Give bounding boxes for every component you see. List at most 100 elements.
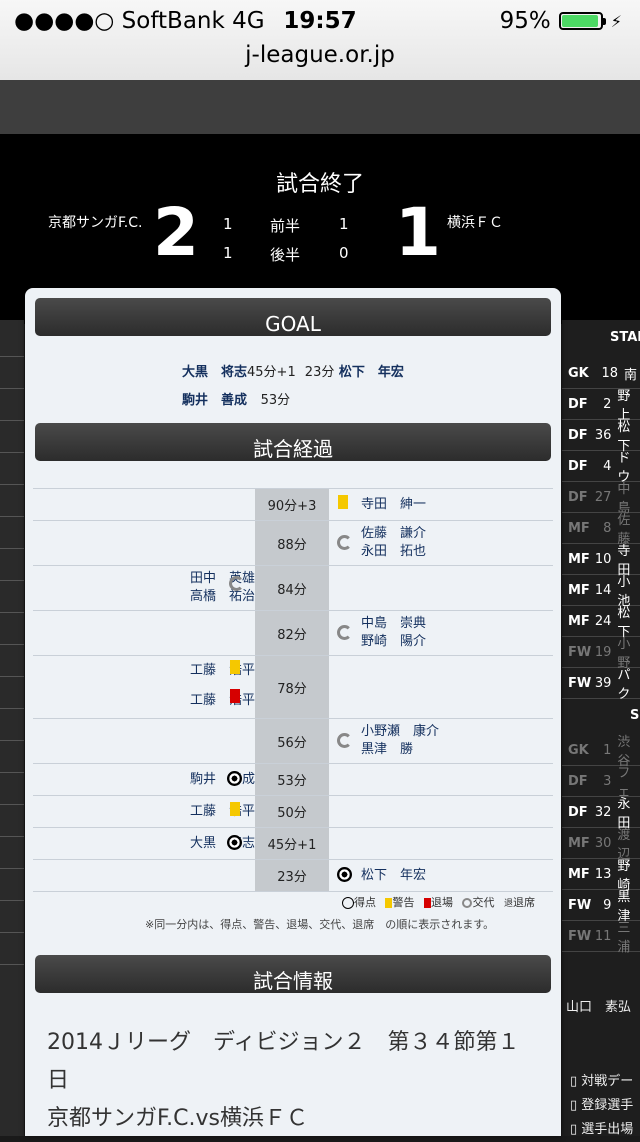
player-position: GK bbox=[568, 742, 589, 758]
goal-home-time: 45分+1 bbox=[247, 365, 296, 380]
ball-icon bbox=[227, 835, 242, 850]
substitution-icon bbox=[337, 625, 352, 640]
player-position: GK bbox=[568, 365, 589, 381]
timeline-row: 88分 佐藤 謙介 永田 拓也 bbox=[33, 520, 553, 565]
competition-name: 2014Ｊリーグ ディビジョン２ 第３４節第１日 bbox=[47, 1030, 520, 1093]
substitution-icon bbox=[337, 733, 352, 748]
timeline-row: 45分+1 大黒 将志 bbox=[33, 827, 553, 859]
info-section-header: 試合情報 bbox=[35, 955, 551, 993]
timeline-row: 50分 工藤 浩平 bbox=[33, 795, 553, 827]
player-position: DF bbox=[568, 396, 588, 412]
player-number: 9 bbox=[603, 897, 612, 913]
timeline-note: ※同一分内は、得点、警告、退場、交代、退席 の順に表示されます。 bbox=[145, 918, 495, 931]
match-detail-modal: GOAL 大黒 将志45分+1 23分 松下 年宏 駒井 善成 53分 試合経過… bbox=[25, 288, 561, 1136]
ball-icon bbox=[337, 867, 352, 882]
lineup-header: STAI bbox=[610, 330, 640, 345]
timeline-row: 23分 松下 年宏 bbox=[33, 859, 553, 892]
timeline-left-player[interactable]: 工藤 浩平 bbox=[190, 803, 255, 821]
timeline-right-player[interactable]: 松下 年宏 bbox=[361, 867, 426, 885]
player-position: MF bbox=[568, 613, 590, 629]
player-position: DF bbox=[568, 489, 588, 505]
player-number: 27 bbox=[594, 489, 612, 505]
timeline-time: 88分 bbox=[255, 521, 329, 565]
timeline-left-player[interactable]: 田中 英雄 高橋 祐治 bbox=[190, 570, 255, 606]
timeline-left-player[interactable]: 工藤 浩平 bbox=[190, 692, 255, 710]
first-half-label: 前半 bbox=[270, 217, 301, 235]
goal-home-player[interactable]: 大黒 将志 bbox=[182, 365, 247, 380]
red-card-icon bbox=[423, 898, 431, 908]
player-number: 36 bbox=[594, 427, 612, 443]
timeline-row: 78分 工藤 浩平 工藤 浩平 bbox=[33, 655, 553, 718]
away-team-name[interactable]: 横浜ＦＣ bbox=[447, 212, 503, 232]
timeline-right-player[interactable]: 中島 崇典 野崎 陽介 bbox=[361, 615, 426, 651]
player-name[interactable]: 南 bbox=[624, 364, 637, 383]
substitution-icon bbox=[337, 535, 352, 550]
address-bar[interactable]: j-league.or.jp bbox=[0, 42, 640, 68]
home-team-name[interactable]: 京都サンガF.C. bbox=[48, 212, 142, 232]
player-position: MF bbox=[568, 835, 590, 851]
player-position: MF bbox=[568, 551, 590, 567]
timeline-left-player[interactable]: 大黒 将志 bbox=[190, 835, 255, 853]
player-position: MF bbox=[568, 520, 590, 536]
subs-header: S bbox=[630, 708, 640, 723]
manager-name: 山口 素弘 bbox=[566, 1000, 632, 1015]
player-position: FW bbox=[568, 928, 592, 944]
lineup-row[interactable]: FW 11 三浦 bbox=[562, 921, 640, 955]
timeline-row: 56分 小野瀬 康介 黒津 勝 bbox=[33, 718, 553, 763]
timeline-left-player[interactable]: 駒井 善成 bbox=[190, 771, 255, 789]
goal-home-player[interactable]: 駒井 善成 bbox=[182, 393, 247, 408]
player-position: MF bbox=[568, 582, 590, 598]
link-player-appearances[interactable]: ▯ 選手出場 bbox=[570, 1118, 633, 1142]
timeline-right-player[interactable]: 小野瀬 康介 黒津 勝 bbox=[361, 723, 439, 759]
player-number: 19 bbox=[594, 644, 612, 660]
player-number: 11 bbox=[594, 928, 612, 944]
player-position: MF bbox=[568, 866, 590, 882]
timeline-time: 53分 bbox=[255, 764, 329, 795]
player-position: FW bbox=[568, 675, 592, 691]
timeline-time: 82分 bbox=[255, 611, 329, 655]
player-name[interactable]: パク bbox=[617, 664, 640, 702]
battery-status: 95% ⚡ bbox=[500, 8, 622, 34]
goal-row-2: 駒井 善成 53分 bbox=[182, 389, 290, 408]
timeline-legend: 得点 警告 退場 交代 退退席 bbox=[145, 894, 545, 910]
player-number: 39 bbox=[594, 675, 612, 691]
home-first-half: 1 bbox=[223, 215, 233, 233]
home-score: 2 bbox=[153, 194, 199, 271]
battery-percent: 95% bbox=[499, 8, 551, 34]
player-position: DF bbox=[568, 458, 588, 474]
timeline-time: 84分 bbox=[255, 566, 329, 610]
timeline-right-player[interactable]: 佐藤 謙介 永田 拓也 bbox=[361, 525, 426, 561]
timeline-left-player[interactable]: 工藤 浩平 bbox=[190, 662, 255, 680]
timeline-row: 82分 中島 崇典 野崎 陽介 bbox=[33, 610, 553, 655]
player-name[interactable]: 三浦 bbox=[617, 917, 640, 955]
player-number: 4 bbox=[603, 458, 612, 474]
player-position: DF bbox=[568, 773, 588, 789]
second-half-label: 後半 bbox=[270, 246, 301, 264]
timeline-row: 53分 駒井 善成 bbox=[33, 763, 553, 795]
timeline-row: 90分+3 寺田 紳一 bbox=[33, 488, 553, 520]
yellow-card-icon bbox=[230, 802, 240, 816]
player-number: 24 bbox=[594, 613, 612, 629]
substitution-icon bbox=[229, 576, 244, 591]
player-position: FW bbox=[568, 644, 592, 660]
away-score: 1 bbox=[395, 194, 441, 271]
goal-away-player[interactable]: 松下 年宏 bbox=[339, 365, 404, 380]
site-header bbox=[0, 80, 640, 134]
timeline-right-player[interactable]: 寺田 紳一 bbox=[361, 496, 426, 514]
status-bar: ●●●●○ SoftBank 4G 19:57 95% ⚡ j-league.o… bbox=[0, 0, 640, 81]
link-match-data[interactable]: ▯ 対戦デー bbox=[570, 1070, 633, 1094]
timeline-time: 90分+3 bbox=[255, 489, 329, 520]
match-name: 京都サンガF.C.vs横浜ＦＣ bbox=[47, 1106, 308, 1131]
ball-icon bbox=[227, 771, 242, 786]
player-position: FW bbox=[568, 897, 592, 913]
timeline-time: 50分 bbox=[255, 796, 329, 827]
timeline-time: 45分+1 bbox=[255, 828, 329, 859]
lineup-row[interactable]: FW 39 パク bbox=[562, 668, 640, 702]
timeline-time: 56分 bbox=[255, 719, 329, 763]
link-registered-players[interactable]: ▯ 登録選手 bbox=[570, 1094, 633, 1118]
away-first-half: 1 bbox=[339, 215, 349, 233]
lineup-links[interactable]: ▯ 対戦デー ▯ 登録選手 ▯ 選手出場 bbox=[570, 1070, 633, 1142]
player-number: 8 bbox=[603, 520, 612, 536]
away-second-half: 0 bbox=[339, 244, 349, 262]
player-position: DF bbox=[568, 427, 588, 443]
